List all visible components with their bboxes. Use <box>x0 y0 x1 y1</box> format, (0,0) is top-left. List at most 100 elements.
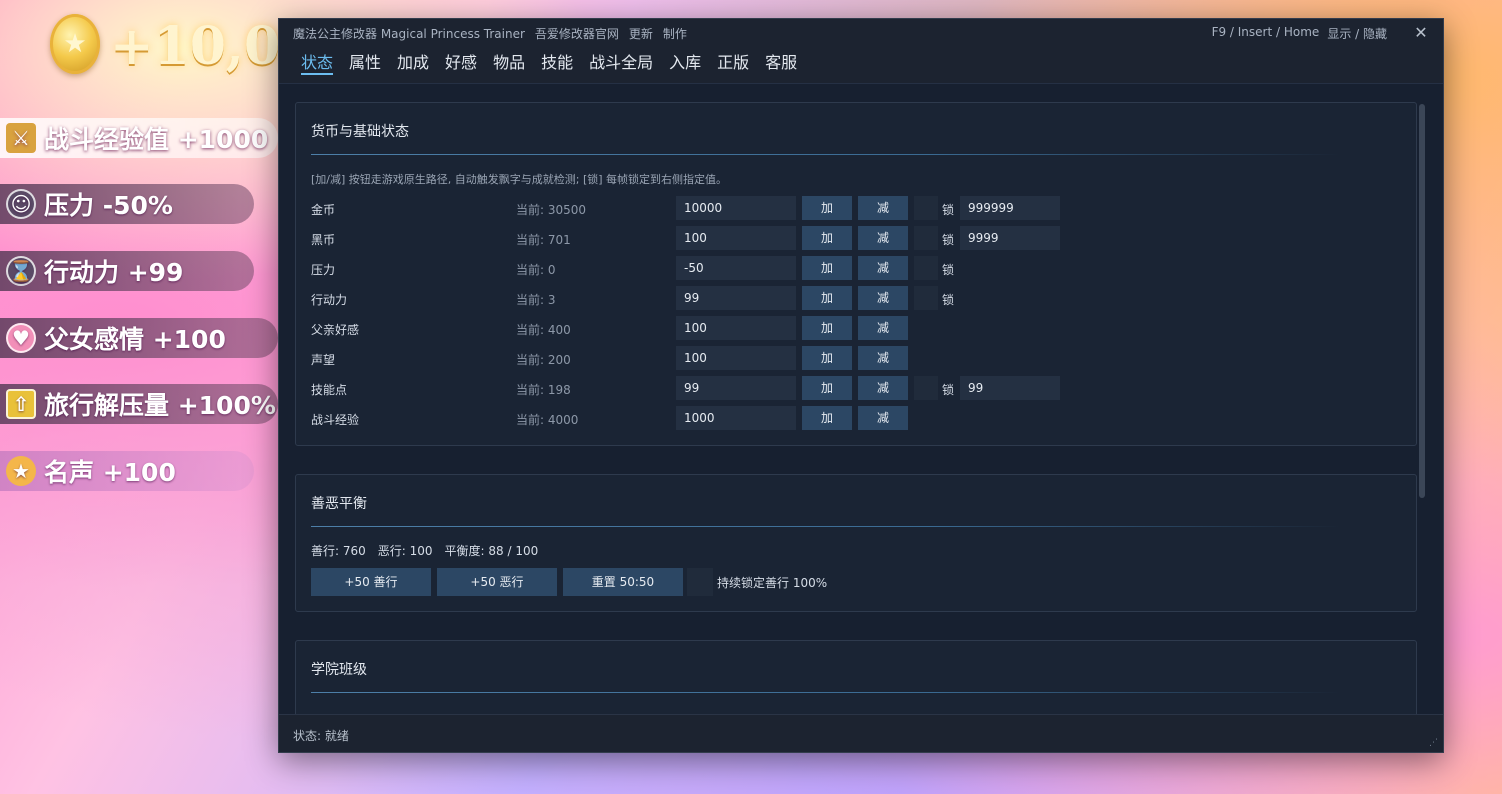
lock-checkbox[interactable] <box>914 256 938 280</box>
hotkey-text: F9 / Insert / Home <box>1211 25 1320 39</box>
reset-balance-button[interactable]: 重置 50:50 <box>563 568 683 596</box>
card-title: 学院班级 <box>311 662 367 678</box>
currency-row: 压力 当前: 0 -50 加减 锁 <box>311 256 1411 280</box>
good-evil-stats: 善行: 760 恶行: 100 平衡度: 88 / 100 <box>311 542 538 559</box>
close-icon[interactable]: ✕ <box>1411 23 1431 43</box>
subtract-button[interactable]: 减 <box>858 196 908 220</box>
subtract-button[interactable]: 减 <box>858 346 908 370</box>
row-current-value: 当前: 30500 <box>516 203 587 217</box>
hud-action: ⌛ 行动力 +99 <box>0 251 254 291</box>
tab-favor[interactable]: 好感 <box>445 49 477 75</box>
row-name: 压力 <box>311 263 336 277</box>
hud-stress: ☺ 压力 -50% <box>0 184 254 224</box>
update-link[interactable]: 更新 <box>629 25 653 42</box>
tab-attributes[interactable]: 属性 <box>349 49 381 75</box>
row-name: 声望 <box>311 353 336 367</box>
add-button[interactable]: 加 <box>802 286 852 310</box>
hud-label: 压力 -50% <box>44 191 173 220</box>
lock-label: 锁 <box>942 263 955 277</box>
tab-support[interactable]: 客服 <box>765 49 797 75</box>
lock-checkbox[interactable] <box>914 286 938 310</box>
card-divider <box>311 526 1341 527</box>
hud-battle-exp: ⚔ 战斗经验值 +1000 <box>0 118 278 158</box>
amount-input[interactable]: 100 <box>676 226 796 250</box>
lock-value-input[interactable]: 99 <box>960 376 1060 400</box>
subtract-button[interactable]: 减 <box>858 226 908 250</box>
subtract-button[interactable]: 减 <box>858 376 908 400</box>
row-current-value: 当前: 200 <box>516 353 571 367</box>
currency-row: 战斗经验 当前: 4000 1000 加减 <box>311 406 1411 430</box>
evil-deeds-value: 恶行: 100 <box>377 544 433 558</box>
card-divider <box>311 692 1341 693</box>
heart-icon: ♥ <box>6 323 36 353</box>
add-button[interactable]: 加 <box>802 406 852 430</box>
currency-row: 黑币 当前: 701 100 加减 锁 9999 <box>311 226 1411 250</box>
status-bar: 状态: 就绪 ⋰ <box>279 714 1443 752</box>
add-button[interactable]: 加 <box>802 376 852 400</box>
subtract-button[interactable]: 减 <box>858 316 908 340</box>
lock-label: 锁 <box>942 383 955 397</box>
add-button[interactable]: 加 <box>802 226 852 250</box>
add-good-button[interactable]: +50 善行 <box>311 568 431 596</box>
hud-label: 名声 +100 <box>44 458 176 487</box>
amount-input[interactable]: 99 <box>676 376 796 400</box>
hud-label: 父女感情 +100 <box>44 325 226 354</box>
tab-battle-global[interactable]: 战斗全局 <box>589 49 653 75</box>
row-current-value: 当前: 400 <box>516 323 571 337</box>
amount-input[interactable]: 10000 <box>676 196 796 220</box>
lock-value-input[interactable]: 999999 <box>960 196 1060 220</box>
subtract-button[interactable]: 减 <box>858 286 908 310</box>
lock-checkbox[interactable] <box>914 376 938 400</box>
hourglass-icon: ⌛ <box>6 256 36 286</box>
amount-input[interactable]: 1000 <box>676 406 796 430</box>
tab-items[interactable]: 物品 <box>493 49 525 75</box>
lock-good-checkbox[interactable] <box>687 568 713 596</box>
lock-value-input[interactable]: 9999 <box>960 226 1060 250</box>
currency-row: 技能点 当前: 198 99 加减锁 99 <box>311 376 1411 400</box>
currency-row: 行动力 当前: 3 99 加减 锁 <box>311 286 1411 310</box>
subtract-button[interactable]: 减 <box>858 256 908 280</box>
hud-label: 战斗经验值 +1000 <box>44 125 269 154</box>
row-name: 战斗经验 <box>311 413 360 427</box>
amount-input[interactable]: 100 <box>676 346 796 370</box>
lock-good-label: 持续锁定善行 100% <box>717 576 828 590</box>
subtract-button[interactable]: 减 <box>858 406 908 430</box>
amount-input[interactable]: 100 <box>676 316 796 340</box>
swords-icon: ⚔ <box>6 123 36 153</box>
coin-icon: ★ <box>50 14 100 74</box>
amount-input[interactable]: -50 <box>676 256 796 280</box>
lock-label: 锁 <box>942 203 955 217</box>
add-button[interactable]: 加 <box>802 196 852 220</box>
card-divider <box>311 154 1341 155</box>
row-name: 黑币 <box>311 233 336 247</box>
currency-row: 金币 当前: 30500 10000 加减 锁 999999 <box>311 196 1411 220</box>
card-title: 货币与基础状态 <box>311 124 409 140</box>
amount-input[interactable]: 99 <box>676 286 796 310</box>
lock-checkbox[interactable] <box>914 226 938 250</box>
vertical-scrollbar[interactable] <box>1419 104 1425 498</box>
window-title: 魔法公主修改器 Magical Princess Trainer <box>293 26 525 41</box>
add-button[interactable]: 加 <box>802 316 852 340</box>
academy-card: 学院班级 <box>295 640 1417 715</box>
tab-status[interactable]: 状态 <box>301 49 334 75</box>
row-name: 金币 <box>311 203 336 217</box>
hud-travel: ⇧ 旅行解压量 +100% <box>0 384 278 424</box>
lock-label: 锁 <box>942 293 955 307</box>
toggle-visibility-label: 显示 / 隐藏 <box>1327 27 1387 41</box>
row-current-value: 当前: 701 <box>516 233 571 247</box>
balance-value: 平衡度: 88 / 100 <box>444 544 539 558</box>
resize-grip-icon[interactable]: ⋰ <box>1429 738 1439 748</box>
tab-storage[interactable]: 入库 <box>669 49 701 75</box>
tab-skills[interactable]: 技能 <box>541 49 573 75</box>
add-evil-button[interactable]: +50 恶行 <box>437 568 557 596</box>
credits-link[interactable]: 制作 <box>663 25 687 42</box>
lock-checkbox[interactable] <box>914 196 938 220</box>
tab-bonus[interactable]: 加成 <box>397 49 429 75</box>
add-button[interactable]: 加 <box>802 346 852 370</box>
tab-genuine[interactable]: 正版 <box>717 49 749 75</box>
arrow-up-icon: ⇧ <box>6 389 36 419</box>
official-site-link[interactable]: 吾爱修改器官网 <box>535 25 619 42</box>
hotkey-info: F9 / Insert / Home 显示 / 隐藏 <box>1212 25 1387 42</box>
add-button[interactable]: 加 <box>802 256 852 280</box>
currency-card: 货币与基础状态 [加/减] 按钮走游戏原生路径, 自动触发飘字与成就检测; [锁… <box>295 102 1417 446</box>
